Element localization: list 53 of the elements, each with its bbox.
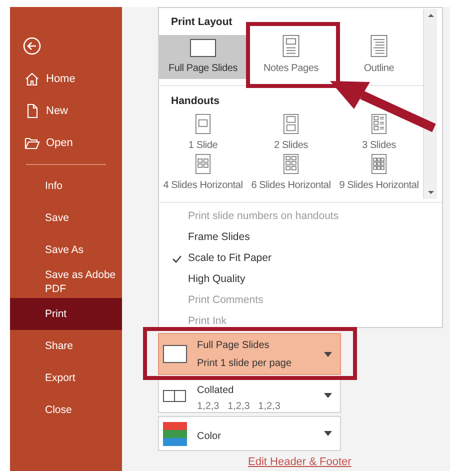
setting-title: Collated [197, 384, 235, 398]
page-icon [282, 154, 300, 174]
sidebar-item[interactable]: Info [10, 170, 122, 202]
sidebar-item[interactable]: Save [10, 202, 122, 234]
layout-option[interactable]: 3 Slides [362, 114, 396, 154]
setting-subtitle: Print 1 slide per page [197, 356, 293, 370]
page-icon [370, 114, 388, 134]
slide-icon [190, 38, 216, 57]
sidebar-item[interactable]: Share [10, 330, 122, 362]
page-icon [282, 114, 300, 134]
page-icon [370, 34, 388, 57]
section-heading: Print Layout [170, 15, 234, 30]
layout-option[interactable]: 6 Slides Horizontal [251, 154, 331, 194]
dropdown-caret-icon [324, 393, 332, 398]
layout-option[interactable]: Notes Pages [263, 34, 319, 79]
edit-header-footer-link[interactable]: Edit Header & Footer [248, 454, 352, 470]
dropdown-caret-icon [324, 352, 332, 356]
page-icon [282, 34, 300, 57]
slide-icon [163, 345, 187, 363]
page-icon [194, 154, 212, 174]
page-icon [370, 154, 388, 174]
setting-dropdown[interactable]: Full Page Slides Print 1 slide per page [158, 333, 341, 375]
sidebar-item[interactable]: Close [10, 394, 122, 426]
layout-option[interactable]: Full Page Slides [159, 34, 247, 79]
color-icon [163, 422, 187, 446]
layout-option[interactable]: 1 Slide [188, 114, 218, 154]
layout-option[interactable]: 9 Slides Horizontal [339, 154, 419, 194]
sidebar-item[interactable]: Print [10, 298, 122, 330]
setting-subtitle: 1,2,3 1,2,3 1,2,3 [197, 400, 282, 414]
checkmark-icon [172, 254, 182, 264]
menu-option[interactable]: Frame Slides [159, 227, 442, 248]
sidebar-item[interactable]: Open [10, 127, 122, 159]
sidebar-item[interactable]: Home [10, 63, 122, 95]
menu-option[interactable]: Scale to Fit Paper [159, 248, 442, 269]
back-icon[interactable] [23, 37, 41, 55]
dropdown-caret-icon [324, 431, 332, 436]
menu-option[interactable]: High Quality [159, 269, 442, 290]
sidebar-item[interactable]: Save as Adobe PDF [10, 266, 122, 298]
home-icon [24, 71, 40, 87]
setting-title: Color [197, 430, 222, 444]
layout-option[interactable]: 4 Slides Horizontal [163, 154, 243, 194]
sidebar-item[interactable]: Save As [10, 234, 122, 266]
sidebar-item[interactable]: New [10, 95, 122, 127]
layout-option[interactable]: Outline [364, 34, 394, 79]
page-icon [194, 114, 212, 134]
sidebar-item[interactable]: Export [10, 362, 122, 394]
layout-option[interactable]: 2 Slides [274, 114, 308, 154]
setting-title: Full Page Slides [197, 338, 270, 352]
setting-dropdown[interactable]: Collated 1,2,3 1,2,3 1,2,3 [158, 378, 341, 413]
scrollbar[interactable] [423, 9, 437, 199]
folder-icon [24, 135, 40, 151]
setting-dropdown[interactable]: Color [158, 416, 341, 451]
pages-icon [163, 390, 187, 402]
